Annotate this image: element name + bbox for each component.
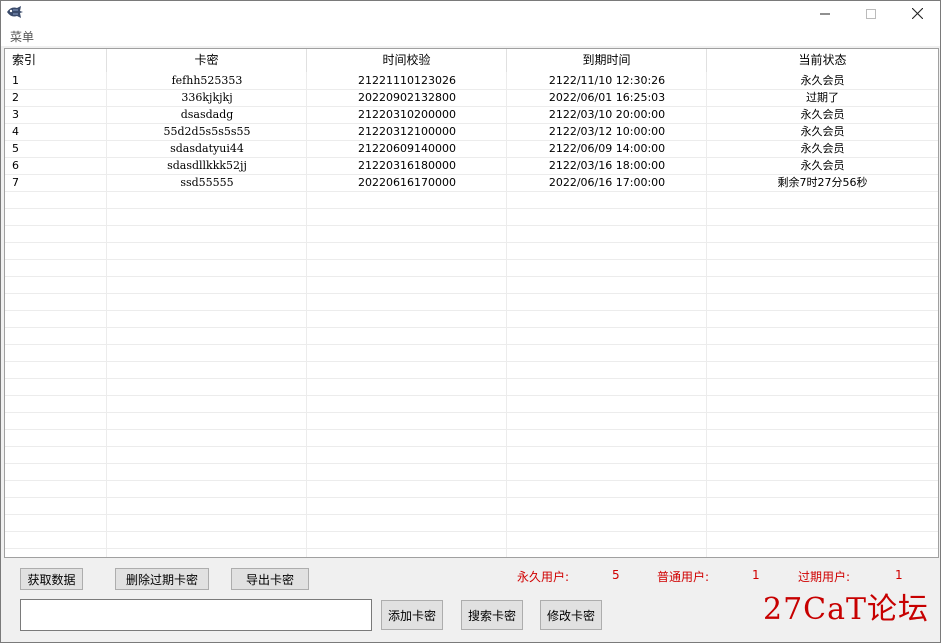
header-expiry-time[interactable]: 到期时间 [507,49,707,72]
cell-expiry-time: 2122/03/12 10:00:00 [548,125,666,138]
cell-index: 6 [12,159,19,172]
modify-key-button[interactable]: 修改卡密 [540,600,602,630]
header-time-check[interactable]: 时间校验 [307,49,507,72]
cell-index: 5 [12,142,19,155]
cell-card-key: fefhh525353 [171,74,243,87]
empty-row-line [5,497,938,498]
table-row[interactable]: 1 fefhh525353 21221110123026 2122/11/10 … [5,73,938,90]
header-index[interactable]: 索引 [5,49,107,72]
app-window: 菜单 索引 卡密 时间校验 到期时间 当前状态 1 fefhh525353 21… [0,0,941,643]
cell-card-key: sdasdllkkk52jj [167,159,247,172]
cell-status: 过期了 [806,91,839,104]
cell-status: 剩余7时27分56秒 [777,176,868,189]
empty-row-line [5,395,938,396]
cell-index: 2 [12,91,19,104]
cell-expiry-time: 2122/03/16 18:00:00 [548,159,666,172]
cell-status: 永久会员 [800,74,845,87]
normal-users-label: 普通用户: [657,570,710,584]
cell-status: 永久会员 [800,159,845,172]
permanent-users-label: 永久用户: [517,570,570,584]
cell-index: 3 [12,108,19,121]
cell-status: 永久会员 [800,125,845,138]
empty-row-line [5,412,938,413]
empty-row-line [5,378,938,379]
menu-item-main[interactable]: 菜单 [10,28,34,45]
minimize-button[interactable] [802,1,848,26]
empty-row-line [5,276,938,277]
empty-row-line [5,463,938,464]
table-header: 索引 卡密 时间校验 到期时间 当前状态 [5,49,938,72]
cell-index: 1 [12,74,19,87]
cell-card-key: ssd55555 [180,176,234,189]
cell-status: 永久会员 [800,108,845,121]
cell-expiry-time: 2122/11/10 12:30:26 [548,74,666,87]
cell-index: 7 [12,176,19,189]
empty-row-line [5,225,938,226]
maximize-icon [866,8,876,19]
title-bar[interactable] [1,1,940,26]
delete-expired-keys-button[interactable]: 删除过期卡密 [115,568,209,590]
header-current-status[interactable]: 当前状态 [707,49,938,72]
cell-card-key: 55d2d5s5s5s55 [163,125,251,138]
forum-watermark: 27CaT论坛 [763,592,930,627]
cell-time-check: 20220902132800 [358,91,456,104]
empty-row-line [5,429,938,430]
cell-index: 4 [12,125,19,138]
cell-time-check: 21221110123026 [358,74,456,87]
header-card-key[interactable]: 卡密 [107,49,307,72]
cell-time-check: 21220312100000 [358,125,456,138]
permanent-users-count: 5 [612,568,620,582]
add-key-button[interactable]: 添加卡密 [381,600,443,630]
cell-time-check: 21220316180000 [358,159,456,172]
cell-expiry-time: 2122/06/09 14:00:00 [548,142,666,155]
normal-users-count: 1 [752,568,760,582]
minimize-icon [820,13,830,14]
cell-card-key: 336kjkjkj [181,91,233,104]
table-body: 1 fefhh525353 21221110123026 2122/11/10 … [5,73,938,192]
table-row[interactable]: 4 55d2d5s5s5s55 21220312100000 2122/03/1… [5,124,938,141]
cell-card-key: sdasdatyui44 [170,142,244,155]
expired-users-count: 1 [895,568,903,582]
fish-app-icon [6,4,24,20]
cell-time-check: 20220616170000 [358,176,456,189]
empty-row-line [5,327,938,328]
export-keys-button[interactable]: 导出卡密 [231,568,309,590]
card-key-input[interactable] [20,599,372,631]
table-row[interactable]: 6 sdasdllkkk52jj 21220316180000 2122/03/… [5,158,938,175]
cell-expiry-time: 2022/06/01 16:25:03 [548,91,666,104]
empty-row-line [5,259,938,260]
empty-row-line [5,531,938,532]
cell-expiry-time: 2122/03/10 20:00:00 [548,108,666,121]
close-button[interactable] [894,1,940,26]
maximize-button[interactable] [848,1,894,26]
empty-row-line [5,293,938,294]
cell-card-key: dsasdadg [180,108,234,121]
empty-row-line [5,361,938,362]
empty-row-line [5,446,938,447]
table-row[interactable]: 5 sdasdatyui44 21220609140000 2122/06/09… [5,141,938,158]
empty-row-line [5,514,938,515]
empty-row-line [5,242,938,243]
cell-expiry-time: 2022/06/16 17:00:00 [548,176,666,189]
empty-row-line [5,548,938,549]
expired-users-label: 过期用户: [798,570,851,584]
table-row[interactable]: 3 dsasdadg 21220310200000 2122/03/10 20:… [5,107,938,124]
empty-row-line [5,310,938,311]
menu-bar: 菜单 [1,26,940,46]
card-key-table[interactable]: 索引 卡密 时间校验 到期时间 当前状态 1 fefhh525353 21221… [4,48,939,558]
cell-time-check: 21220609140000 [358,142,456,155]
empty-row-line [5,344,938,345]
table-row[interactable]: 7 ssd55555 20220616170000 2022/06/16 17:… [5,175,938,192]
empty-row-line [5,480,938,481]
fetch-data-button[interactable]: 获取数据 [20,568,83,590]
table-row[interactable]: 2 336kjkjkj 20220902132800 2022/06/01 16… [5,90,938,107]
search-key-button[interactable]: 搜索卡密 [461,600,523,630]
empty-row-line [5,208,938,209]
cell-time-check: 21220310200000 [358,108,456,121]
close-icon [911,8,923,19]
cell-status: 永久会员 [800,142,845,155]
